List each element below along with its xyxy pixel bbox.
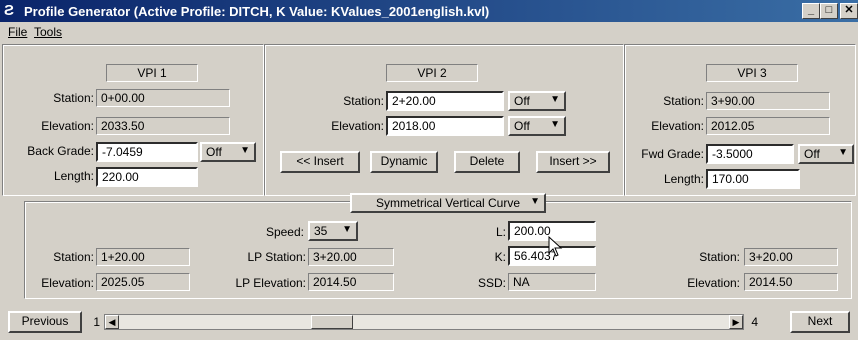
total-count: 4 bbox=[751, 315, 758, 329]
insert-after-button[interactable]: Insert >> bbox=[536, 151, 610, 173]
pt-station-label: Station: bbox=[699, 250, 740, 264]
vpi1-back-grade-label: Back Grade: bbox=[27, 144, 94, 158]
vpi1-back-grade-mode[interactable]: Off ▼ bbox=[200, 142, 256, 162]
ssd-value: NA bbox=[508, 273, 596, 291]
vpi1-station-label: Station: bbox=[53, 91, 94, 105]
chevron-down-icon: ▼ bbox=[550, 94, 560, 105]
vpi1-back-grade-input[interactable]: -7.0459 bbox=[96, 142, 198, 162]
app-icon: Ƨ bbox=[4, 2, 15, 19]
menu-tools[interactable]: Tools bbox=[34, 25, 62, 39]
vpi1-elevation: 2033.50 bbox=[96, 117, 230, 135]
vpi2-elevation-mode[interactable]: Off ▼ bbox=[508, 116, 566, 136]
lp-station: 3+20.00 bbox=[308, 248, 394, 266]
chevron-down-icon: ▼ bbox=[530, 196, 540, 207]
pc-elevation: 2025.05 bbox=[96, 273, 190, 291]
pt-elevation: 2014.50 bbox=[744, 273, 838, 291]
previous-button[interactable]: Previous bbox=[8, 311, 82, 333]
pc-elevation-label: Elevation: bbox=[41, 276, 94, 290]
vpi2-name: VPI 2 bbox=[386, 64, 478, 82]
scroll-thumb[interactable] bbox=[311, 315, 353, 329]
vpi3-name: VPI 3 bbox=[706, 64, 798, 82]
lp-station-label: LP Station: bbox=[247, 250, 307, 264]
ssd-label: SSD: bbox=[477, 276, 506, 290]
title-bar: Ƨ Profile Generator (Active Profile: DIT… bbox=[0, 0, 858, 22]
menu-bar: File Tools bbox=[0, 22, 858, 42]
minimize-button[interactable]: _ bbox=[802, 3, 820, 19]
vpi3-fwd-grade-label: Fwd Grade: bbox=[641, 147, 704, 161]
vpi2-elevation-input[interactable]: 2018.00 bbox=[386, 116, 504, 136]
chevron-down-icon: ▼ bbox=[838, 147, 848, 158]
pt-station: 3+20.00 bbox=[744, 248, 838, 266]
curve-type-value: Symmetrical Vertical Curve bbox=[375, 196, 521, 210]
next-button[interactable]: Next bbox=[790, 311, 850, 333]
vpi3-station-label: Station: bbox=[663, 94, 704, 108]
vpi3-station: 3+90.00 bbox=[706, 92, 830, 110]
chevron-down-icon: ▼ bbox=[342, 224, 352, 235]
menu-file[interactable]: File bbox=[8, 25, 27, 39]
k-label: K: bbox=[494, 250, 506, 264]
vpi3-length-input[interactable]: 170.00 bbox=[706, 169, 800, 189]
vpi3-fwd-grade-mode-value: Off bbox=[804, 147, 820, 161]
lp-elevation: 2014.50 bbox=[308, 273, 394, 291]
delete-button[interactable]: Delete bbox=[454, 151, 520, 173]
profile-scrollbar[interactable]: ◀ ▶ bbox=[104, 314, 744, 330]
pc-station-label: Station: bbox=[53, 250, 94, 264]
vpi1-elevation-label: Elevation: bbox=[41, 119, 94, 133]
speed-value: 35 bbox=[314, 224, 328, 238]
pc-station: 1+20.00 bbox=[96, 248, 190, 266]
vpi2-station-label: Station: bbox=[343, 94, 384, 108]
vpi1-back-grade-mode-value: Off bbox=[206, 145, 222, 159]
chevron-down-icon: ▼ bbox=[240, 145, 250, 156]
maximize-button[interactable]: □ bbox=[820, 3, 838, 19]
vpi3-elevation: 2012.05 bbox=[706, 117, 830, 135]
vpi3-fwd-grade-mode[interactable]: Off ▼ bbox=[798, 144, 854, 164]
dynamic-button[interactable]: Dynamic bbox=[370, 151, 438, 173]
vpi2-elevation-label: Elevation: bbox=[331, 119, 384, 133]
vpi2-station-mode-value: Off bbox=[514, 94, 530, 108]
speed-select[interactable]: 35 ▼ bbox=[308, 221, 358, 241]
lp-elevation-label: LP Elevation: bbox=[235, 276, 307, 290]
pt-elevation-label: Elevation: bbox=[687, 276, 740, 290]
insert-before-button[interactable]: << Insert bbox=[280, 151, 360, 173]
vpi2-elevation-mode-value: Off bbox=[514, 119, 530, 133]
vpi1-name: VPI 1 bbox=[106, 64, 198, 82]
vpi1-length-label: Length: bbox=[53, 169, 94, 183]
curve-type-select[interactable]: Symmetrical Vertical Curve ▼ bbox=[350, 193, 546, 213]
vpi2-station-mode[interactable]: Off ▼ bbox=[508, 91, 566, 111]
vpi3-fwd-grade-input[interactable]: -3.5000 bbox=[706, 144, 794, 164]
scroll-right-icon[interactable]: ▶ bbox=[729, 315, 743, 329]
l-label: L: bbox=[495, 225, 506, 239]
current-index: 1 bbox=[93, 315, 100, 329]
chevron-down-icon: ▼ bbox=[550, 119, 560, 130]
window-title: Profile Generator (Active Profile: DITCH… bbox=[24, 4, 490, 19]
vpi3-length-label: Length: bbox=[663, 172, 704, 186]
vpi2-station-input[interactable]: 2+20.00 bbox=[386, 91, 504, 111]
mouse-cursor-icon bbox=[548, 236, 563, 257]
scroll-left-icon[interactable]: ◀ bbox=[105, 315, 119, 329]
vpi3-elevation-label: Elevation: bbox=[651, 119, 704, 133]
close-button[interactable]: ✕ bbox=[840, 3, 858, 19]
speed-label: Speed: bbox=[265, 225, 304, 239]
vpi1-length-input[interactable]: 220.00 bbox=[96, 167, 198, 187]
vpi1-station: 0+00.00 bbox=[96, 89, 230, 107]
